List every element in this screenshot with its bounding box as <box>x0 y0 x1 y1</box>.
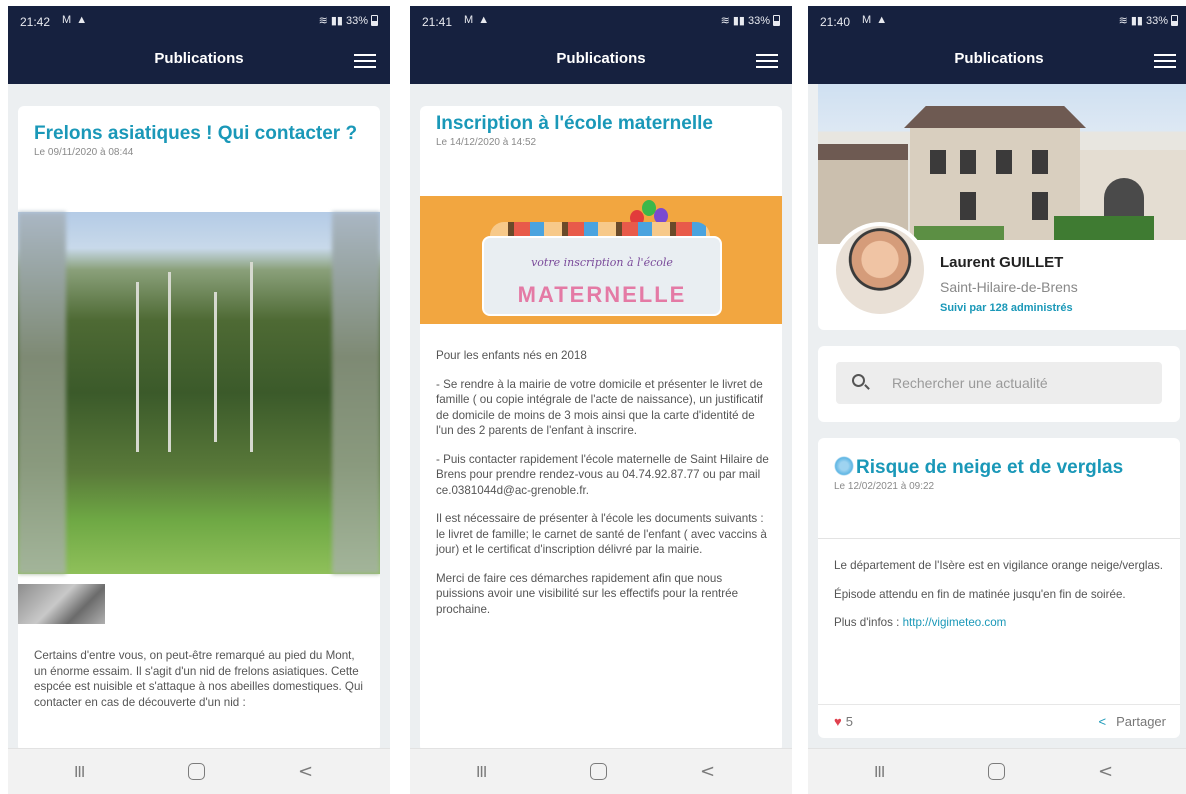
menu-icon[interactable] <box>354 54 376 69</box>
post-paragraph: Il est nécessaire de présenter à l'école… <box>436 512 767 556</box>
post-body: Pour les enfants nés en 2018 - Se rendre… <box>436 348 770 630</box>
profile-card: Laurent GUILLET Saint-Hilaire-de-Brens S… <box>818 84 1186 330</box>
divider <box>818 538 1180 539</box>
post-date: Le 09/11/2020 à 08:44 <box>34 147 134 158</box>
photo-thumbnail[interactable] <box>18 584 105 624</box>
notification-icons: M ▲ <box>464 14 491 26</box>
battery-level: 33% <box>1145 14 1168 27</box>
post-paragraph: Épisode attendu en fin de matinée jusqu'… <box>834 587 1126 601</box>
status-time: 21:40 <box>820 15 851 29</box>
status-time: 21:42 <box>20 15 51 29</box>
post-title[interactable]: Inscription à l'école maternelle <box>436 112 766 135</box>
post-body: Le département de l'Isère est en vigilan… <box>834 558 1168 644</box>
system-nav-bar: III < <box>8 748 390 794</box>
back-icon[interactable]: < <box>700 761 715 782</box>
share-label: Partager <box>1116 714 1166 729</box>
banner-subtitle: votre inscription à l'école <box>531 256 673 269</box>
post-banner-image[interactable]: votre inscription à l'école MATERNELLE <box>420 196 782 324</box>
post-paragraph: Merci de faire ces démarches rapidement … <box>436 571 739 616</box>
cover-photo <box>818 84 1186 244</box>
home-icon[interactable] <box>590 763 607 780</box>
like-button[interactable]: ♥ 5 <box>834 714 853 729</box>
status-bar: 21:42 M ▲ ≋ ▮▮ 33% <box>8 6 390 34</box>
notification-icons: M ▲ <box>62 14 89 26</box>
post-paragraph: Le département de l'Isère est en vigilan… <box>834 559 1163 572</box>
post-paragraph: Certains d'entre vous, on peut-être rema… <box>34 649 363 709</box>
banner-title: MATERNELLE <box>517 282 687 307</box>
battery-level: 33% <box>345 14 368 27</box>
post-photo[interactable] <box>18 212 380 574</box>
back-icon[interactable]: < <box>298 761 313 782</box>
followers-count[interactable]: Suivi par 128 administrés <box>940 302 1073 314</box>
search-placeholder: Rechercher une actualité <box>892 375 1048 391</box>
post-date: Le 12/02/2021 à 09:22 <box>834 481 935 492</box>
app-header: 21:41 M ▲ ≋ ▮▮ 33% Publications <box>410 6 792 84</box>
post-card[interactable]: Inscription à l'école maternelle Le 14/1… <box>420 106 782 752</box>
signal-icon: ≋ ▮▮ <box>1118 15 1143 27</box>
menu-icon[interactable] <box>756 54 778 69</box>
back-icon[interactable]: < <box>1098 761 1113 782</box>
avatar[interactable] <box>832 222 928 318</box>
status-indicators: ≋ ▮▮ 33% <box>721 14 780 27</box>
phone-screen-1: 21:42 M ▲ ≋ ▮▮ 33% Publications Frelons … <box>8 6 390 794</box>
post-date: Le 14/12/2020 à 14:52 <box>436 137 537 148</box>
post-header: Inscription à l'école maternelle Le 14/1… <box>436 112 766 148</box>
app-header: 21:42 M ▲ ≋ ▮▮ 33% Publications <box>8 6 390 84</box>
recents-icon[interactable]: III <box>476 763 487 781</box>
system-nav-bar: III < <box>410 748 792 794</box>
snowflake-icon <box>834 456 854 476</box>
search-input[interactable]: Rechercher une actualité <box>836 362 1162 404</box>
app-header: 21:40 M ▲ ≋ ▮▮ 33% Publications <box>808 6 1186 84</box>
page-title: Publications <box>954 50 1044 67</box>
notification-icons: M ▲ <box>862 14 889 26</box>
status-indicators: ≋ ▮▮ 33% <box>319 14 378 27</box>
status-indicators: ≋ ▮▮ 33% <box>1119 14 1178 27</box>
recents-icon[interactable]: III <box>874 763 885 781</box>
post-header: Risque de neige et de verglas Le 12/02/2… <box>834 456 1164 492</box>
heart-icon: ♥ <box>834 714 842 729</box>
signal-icon: ≋ ▮▮ <box>720 15 745 27</box>
post-paragraph: - Puis contacter rapidement l'école mate… <box>436 452 769 497</box>
phone-screen-2: 21:41 M ▲ ≋ ▮▮ 33% Publications Inscript… <box>410 6 792 794</box>
page-title: Publications <box>556 50 646 67</box>
status-bar: 21:41 M ▲ ≋ ▮▮ 33% <box>410 6 792 34</box>
signal-icon: ≋ ▮▮ <box>318 15 343 27</box>
home-icon[interactable] <box>188 763 205 780</box>
battery-icon <box>773 15 780 26</box>
profile-name: Laurent GUILLET <box>940 254 1064 271</box>
profile-location: Saint-Hilaire-de-Brens <box>940 279 1078 295</box>
more-info-label: Plus d'infos : <box>834 616 903 629</box>
post-card[interactable]: Frelons asiatiques ! Qui contacter ? Le … <box>18 106 380 752</box>
recents-icon[interactable]: III <box>74 763 85 781</box>
post-title[interactable]: Frelons asiatiques ! Qui contacter ? <box>34 122 364 145</box>
post-paragraph: Pour les enfants nés en 2018 <box>436 349 587 362</box>
share-button[interactable]: < Partager <box>1099 714 1166 729</box>
battery-level: 33% <box>747 14 770 27</box>
post-title[interactable]: Risque de neige et de verglas <box>834 456 1164 479</box>
page-title: Publications <box>154 50 244 67</box>
post-header: Frelons asiatiques ! Qui contacter ? Le … <box>34 122 364 158</box>
phone-screen-3: 21:40 M ▲ ≋ ▮▮ 33% Publications Laurent … <box>808 6 1186 794</box>
post-paragraph: - Se rendre à la mairie de votre domicil… <box>436 377 764 438</box>
post-actions: ♥ 5 < Partager <box>818 704 1180 738</box>
like-count: 5 <box>845 714 853 729</box>
system-nav-bar: III < <box>808 748 1186 794</box>
battery-icon <box>371 15 378 26</box>
search-icon <box>852 374 865 387</box>
photo-blur-edge <box>18 212 66 574</box>
menu-icon[interactable] <box>1154 54 1176 69</box>
more-info-link[interactable]: http://vigimeteo.com <box>903 616 1007 629</box>
status-bar: 21:40 M ▲ ≋ ▮▮ 33% <box>808 6 1186 34</box>
share-icon: < <box>1098 714 1107 729</box>
photo-blur-edge <box>332 212 380 574</box>
post-more-info: Plus d'infos : http://vigimeteo.com <box>834 615 1168 631</box>
post-card[interactable]: Risque de neige et de verglas Le 12/02/2… <box>818 438 1180 738</box>
status-time: 21:41 <box>422 15 453 29</box>
battery-icon <box>1171 15 1178 26</box>
home-icon[interactable] <box>988 763 1005 780</box>
search-card: Rechercher une actualité <box>818 346 1180 422</box>
post-body: Certains d'entre vous, on peut-être rema… <box>34 648 368 723</box>
